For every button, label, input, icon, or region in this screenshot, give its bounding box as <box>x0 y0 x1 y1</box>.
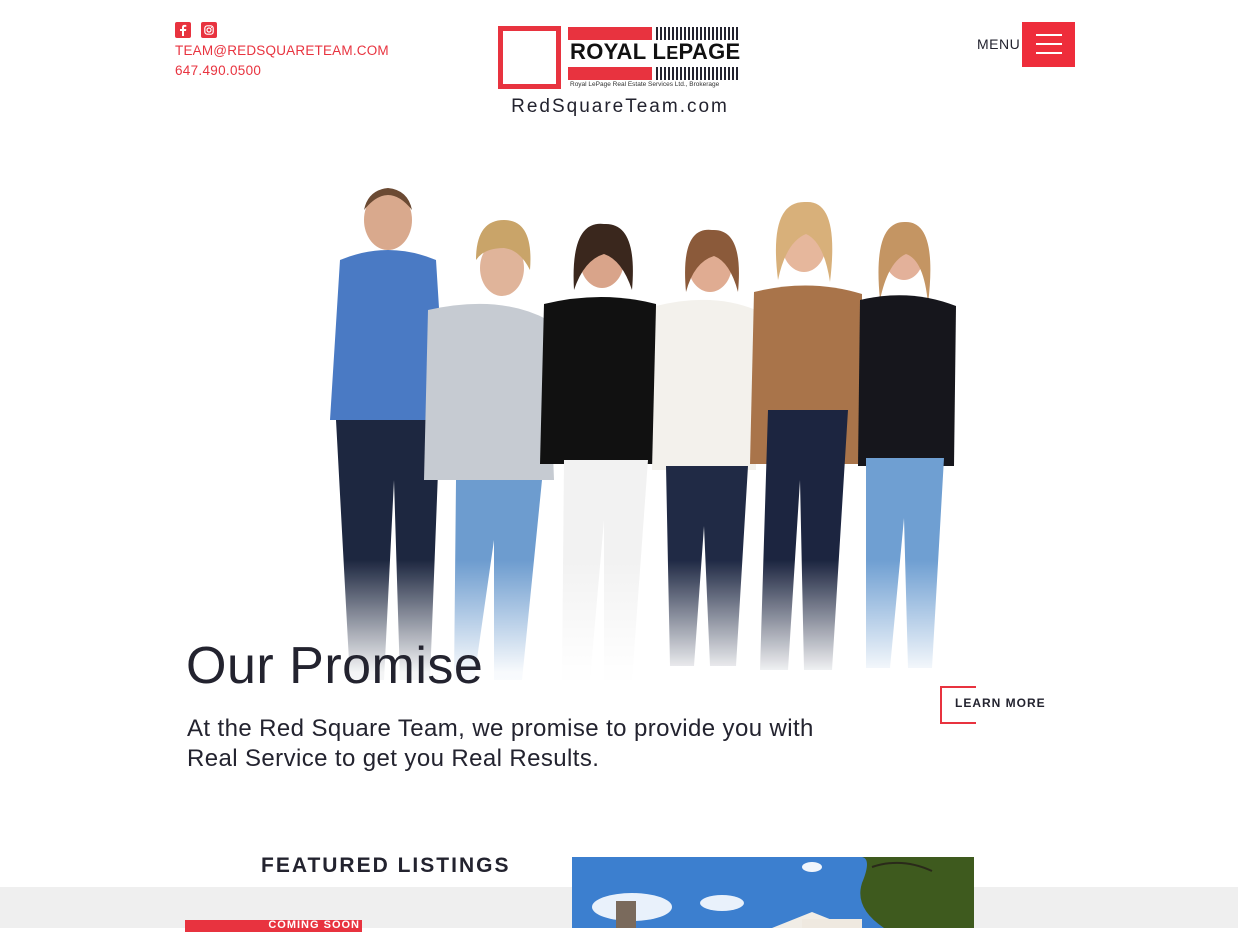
promise-text: At the Red Square Team, we promise to pr… <box>187 715 814 772</box>
hamburger-icon <box>1036 34 1062 36</box>
logo-barcode-bottom <box>656 67 740 80</box>
menu-button[interactable] <box>1022 22 1075 67</box>
hamburger-line <box>1036 52 1062 54</box>
instagram-icon[interactable] <box>201 22 217 38</box>
learn-more-label: LEARN MORE <box>955 696 1046 710</box>
featured-heading: FEATURED LISTINGS <box>261 854 511 877</box>
coming-soon-label: COMING SOON <box>268 919 360 931</box>
logo-site-name: RedSquareTeam.com <box>511 96 729 117</box>
facebook-icon[interactable] <box>175 22 191 38</box>
email-link[interactable]: TEAM@REDSQUARETEAM.COM <box>175 43 389 58</box>
site-logo[interactable]: ROYAL LEPAGE Royal LePage Real Estate Se… <box>498 24 742 122</box>
logo-brand: ROYAL LEPAGE <box>570 39 741 64</box>
phone-link[interactable]: 647.490.0500 <box>175 63 261 78</box>
social-links <box>175 22 217 38</box>
listing-photo[interactable] <box>572 857 974 928</box>
menu-label[interactable]: MENU <box>977 36 1020 52</box>
logo-red-square <box>498 26 561 89</box>
hamburger-line <box>1036 43 1062 45</box>
promise-title: Our Promise <box>186 637 484 695</box>
logo-mid-bar <box>568 67 652 80</box>
logo-subline: Royal LePage Real Estate Services Ltd., … <box>570 81 720 88</box>
coming-soon-badge: COMING SOON <box>185 919 362 932</box>
